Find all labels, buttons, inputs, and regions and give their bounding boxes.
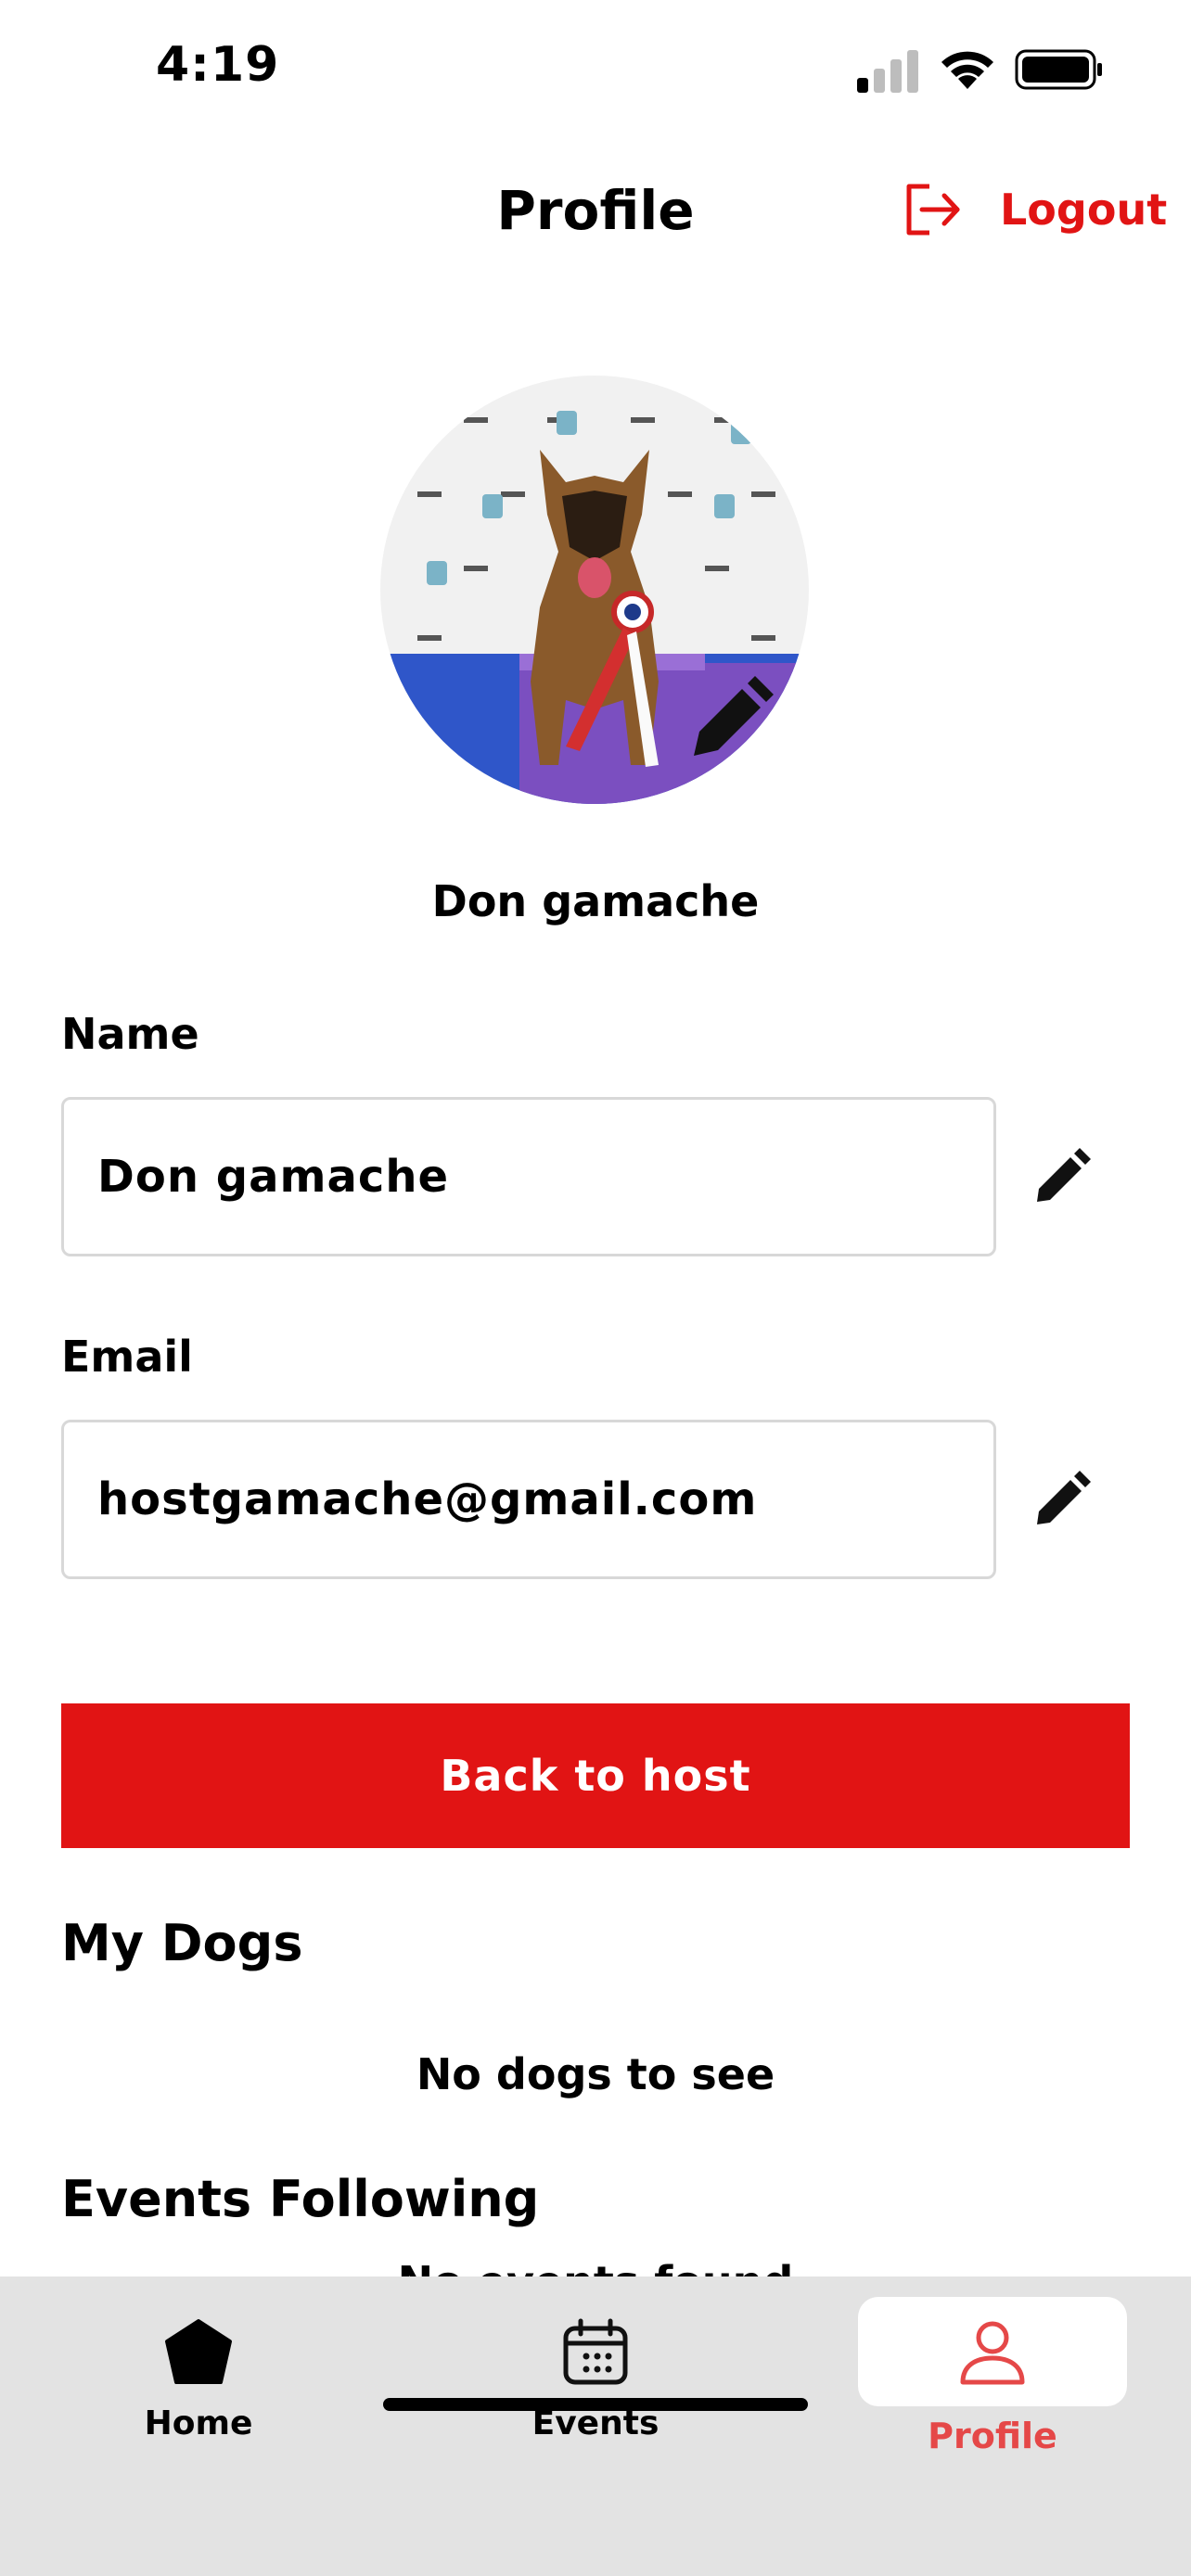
home-indicator[interactable] [383, 2398, 808, 2411]
edit-email-icon[interactable] [1031, 1469, 1093, 1530]
tab-home-label: Home [144, 2404, 253, 2442]
back-to-host-button[interactable]: Back to host [61, 1703, 1130, 1848]
cellular-signal-icon [857, 50, 918, 93]
battery-icon [1015, 49, 1102, 90]
wifi-icon [941, 51, 993, 89]
home-pentagon-icon [165, 2319, 232, 2384]
status-time: 4:19 [156, 37, 280, 93]
tab-profile[interactable]: Profile [858, 2276, 1127, 2480]
tab-profile-label: Profile [928, 2416, 1057, 2456]
logout-icon [906, 184, 960, 236]
avatar-container [380, 376, 809, 804]
my-dogs-title: My Dogs [61, 1914, 303, 1972]
name-label: Name [61, 1009, 199, 1059]
person-icon [960, 2321, 1025, 2385]
status-bar: 4:19 [0, 0, 1191, 139]
tab-events[interactable]: Events [484, 2276, 707, 2480]
logout-button[interactable]: Logout [902, 179, 1167, 240]
email-label: Email [61, 1332, 193, 1382]
calendar-icon [563, 2318, 628, 2385]
tab-home[interactable]: Home [87, 2276, 310, 2480]
bottom-tab-bar: Home Events Profile [0, 2276, 1191, 2576]
profile-display-name: Don gamache [431, 876, 760, 926]
name-field-box[interactable] [61, 1097, 996, 1256]
name-field[interactable] [97, 1151, 993, 1203]
email-field-box[interactable] [61, 1420, 996, 1579]
edit-name-icon[interactable] [1031, 1146, 1093, 1207]
header: Profile Logout [0, 162, 1191, 264]
my-dogs-empty-text: No dogs to see [416, 2049, 775, 2099]
logout-label: Logout [1000, 185, 1168, 235]
email-field[interactable] [97, 1473, 993, 1525]
events-following-title: Events Following [61, 2170, 540, 2228]
edit-photo-icon[interactable] [675, 670, 777, 772]
